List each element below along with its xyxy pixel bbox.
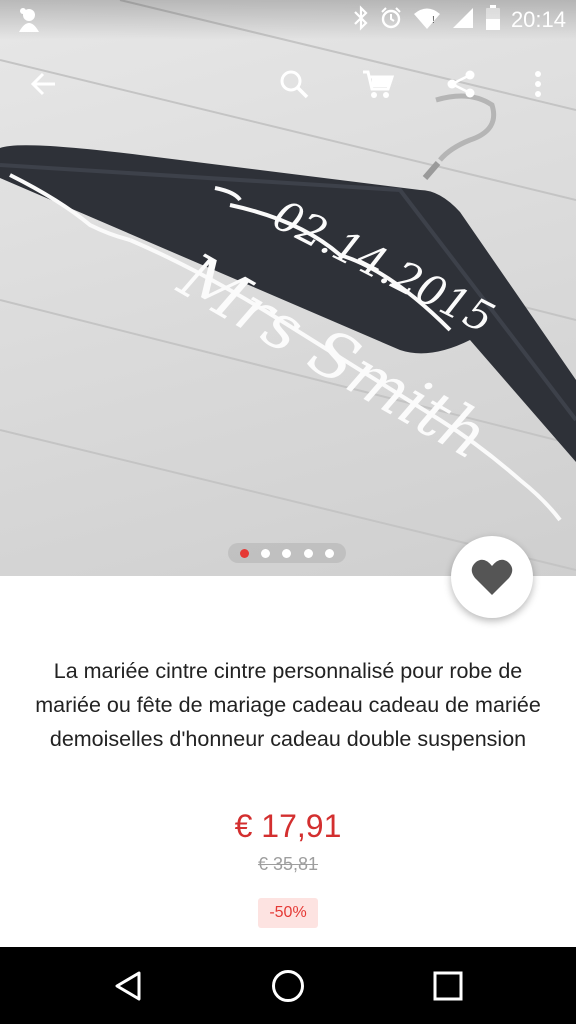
search-icon: [280, 70, 309, 99]
system-nav-bar: [0, 947, 576, 1024]
cellular-signal-icon: [451, 6, 475, 35]
favorite-button[interactable]: [451, 536, 533, 618]
home-circle-icon: [272, 969, 304, 1002]
nav-recents-button[interactable]: [398, 947, 498, 1024]
back-triangle-icon: [115, 971, 141, 1000]
toolbar: [0, 56, 576, 112]
notification-app-icon: [14, 6, 44, 34]
carousel-dot[interactable]: [240, 548, 250, 558]
alarm-icon: [379, 6, 403, 35]
recents-square-icon: [433, 971, 463, 1000]
back-arrow-icon: [30, 72, 55, 96]
search-button[interactable]: [266, 56, 322, 112]
battery-icon: [485, 4, 501, 36]
product-title: La mariée cintre cintre personnalisé pou…: [35, 659, 541, 751]
wifi-icon: !: [413, 6, 441, 35]
carousel-dot[interactable]: [303, 548, 313, 558]
product-price: € 17,91: [234, 808, 342, 844]
share-button[interactable]: [433, 56, 489, 112]
cart-icon: [363, 70, 394, 98]
svg-text:!: !: [432, 15, 435, 26]
back-button[interactable]: [16, 56, 72, 112]
more-options-button[interactable]: [510, 56, 566, 112]
carousel-dot[interactable]: [261, 548, 271, 558]
status-time: 20:14: [510, 7, 566, 32]
carousel-dot[interactable]: [324, 548, 334, 558]
nav-home-button[interactable]: [238, 947, 338, 1024]
nav-back-button[interactable]: [78, 947, 178, 1024]
more-vert-icon: [535, 71, 541, 97]
bluetooth-icon: [353, 4, 369, 36]
cart-button[interactable]: [350, 56, 406, 112]
original-price: € 35,81: [257, 854, 319, 874]
status-bar: ! 20:14: [0, 0, 576, 40]
share-icon: [447, 70, 475, 98]
carousel-dot[interactable]: [282, 548, 292, 558]
carousel-indicator[interactable]: [228, 543, 346, 563]
discount-badge: -50%: [258, 898, 318, 928]
heart-icon: [471, 559, 513, 595]
